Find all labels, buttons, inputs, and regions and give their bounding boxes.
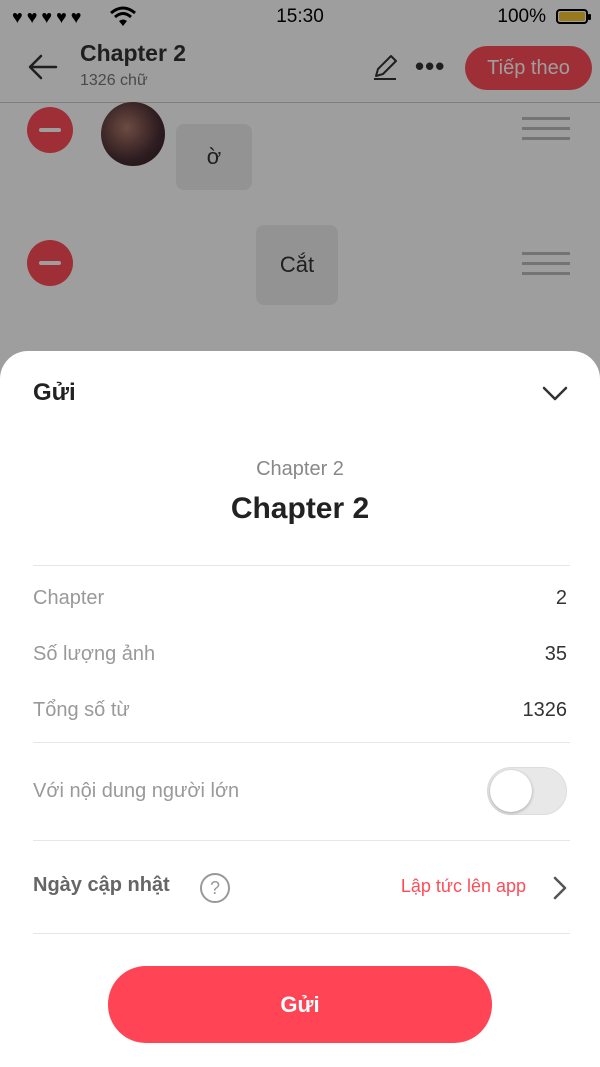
word-total-value: 1326: [522, 699, 568, 721]
divider: [33, 742, 570, 743]
app-background: ♥ ♥ ♥ ♥ ♥ 15:30 100% Chapter 2 1326 chữ ••• …: [0, 0, 600, 1067]
update-date-value[interactable]: Lập tức lên app: [360, 876, 526, 897]
adult-content-toggle[interactable]: [487, 767, 567, 815]
sheet-title: Gửi: [33, 379, 76, 406]
adult-content-label: Với nội dung người lớn: [33, 780, 240, 802]
chapter-title: Chapter 2: [230, 492, 370, 525]
help-icon[interactable]: ?: [200, 873, 230, 903]
chapter-value: 2: [555, 587, 567, 609]
divider: [33, 565, 570, 566]
toggle-knob: [490, 770, 532, 812]
image-count-value: 35: [544, 643, 567, 665]
update-date-label: Ngày cập nhật: [33, 874, 170, 896]
image-count-label: Số lượng ảnh: [33, 643, 156, 665]
divider: [33, 840, 570, 841]
chapter-subtitle: Chapter 2: [256, 458, 344, 480]
publish-sheet: Gửi Chapter 2 Chapter 2 Chapter 2 Số lượ…: [0, 351, 600, 1067]
send-button[interactable]: Gửi: [108, 966, 492, 1043]
chevron-right-icon[interactable]: [552, 875, 568, 901]
chevron-down-icon[interactable]: [540, 381, 570, 405]
chapter-label: Chapter: [33, 587, 105, 609]
word-total-label: Tổng số từ: [33, 699, 130, 721]
divider: [33, 933, 570, 934]
